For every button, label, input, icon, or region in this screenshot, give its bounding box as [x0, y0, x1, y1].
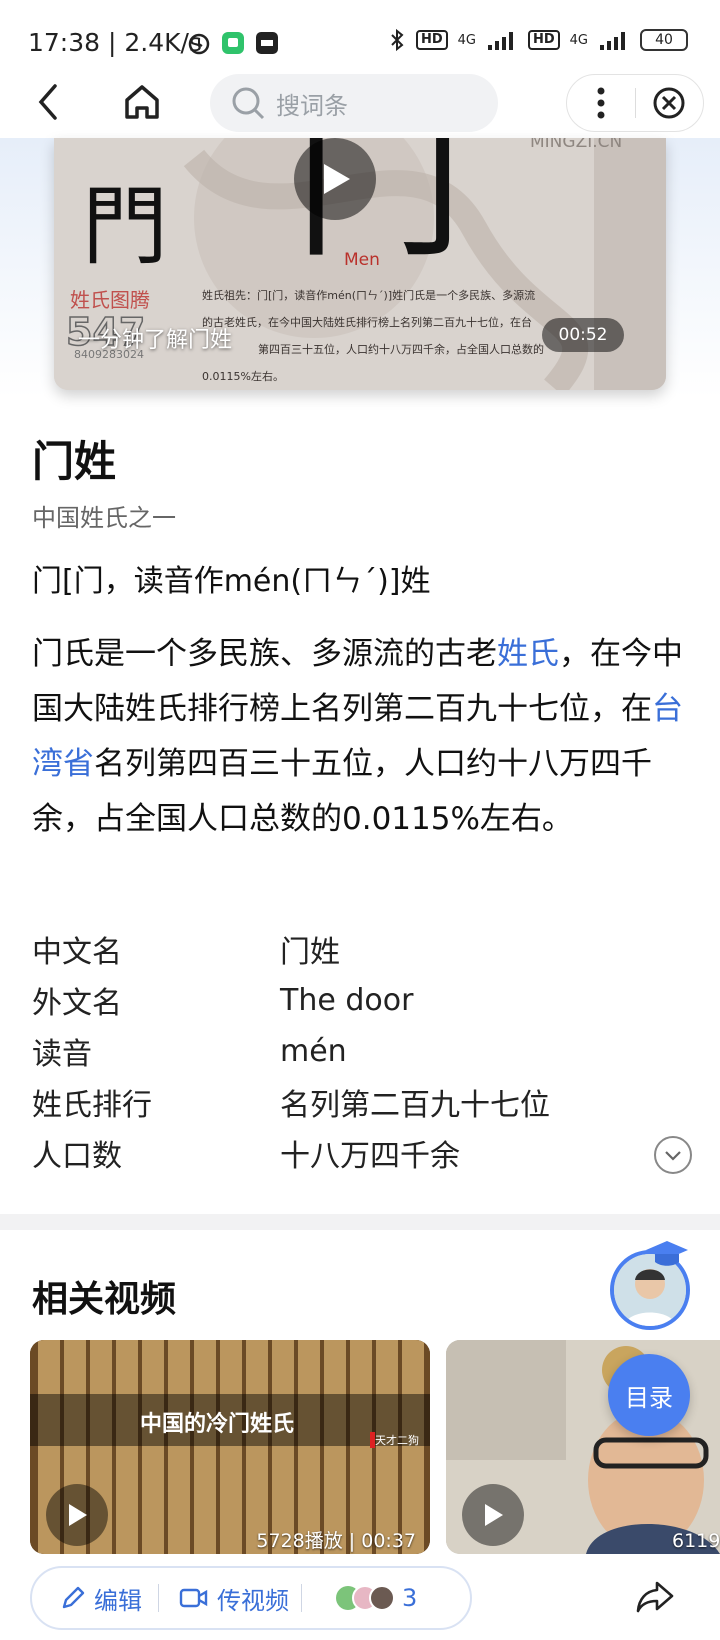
play-icon [485, 1504, 503, 1526]
alarm-icon [188, 33, 210, 55]
upload-video-button[interactable]: 传视频 [159, 1581, 301, 1616]
chevron-left-icon [38, 84, 57, 120]
expand-infobox-button[interactable] [654, 1136, 692, 1174]
edit-icon [62, 1586, 85, 1609]
hd-badge: HD [415, 30, 448, 50]
infobox-key: 外文名 [32, 986, 122, 1021]
table-of-contents-button[interactable]: 目录 [608, 1354, 690, 1436]
menu-close-pill [566, 74, 704, 132]
related-video-title: 中国的冷门姓氏 [140, 1412, 295, 1437]
upload-video-label: 传视频 [217, 1586, 289, 1615]
more-button[interactable] [567, 86, 635, 120]
edit-label: 编辑 [94, 1586, 142, 1615]
search-icon [232, 87, 265, 120]
home-icon [125, 85, 159, 119]
video-pinyin: Men [344, 250, 380, 270]
video-traditional-character: 門 [82, 177, 168, 277]
signal-label-2: 4G [569, 32, 588, 48]
infobox-value: The door [280, 982, 414, 1018]
infobox-key: 人口数 [32, 1139, 122, 1174]
summary-text: 名列第四百三十五位，人口约十八万四千余，占全国人口总数的0.0115%左右。 [32, 746, 652, 837]
nav-bar: 搜词条 [0, 66, 720, 138]
hd-badge-2: HD [527, 30, 560, 50]
close-button[interactable] [636, 86, 704, 120]
contributors-button[interactable]: 3 [302, 1583, 417, 1613]
share-icon [636, 1581, 674, 1613]
action-bar: 编辑 传视频 3 [30, 1566, 472, 1630]
infobox-row: 姓氏排行 名列第二百九十七位 [32, 1077, 672, 1127]
video-description-line: 姓氏祖先：门[门，读音作mén(ㄇㄣˊ)]姓门氏是一个多民族、多源流 [202, 289, 536, 302]
graduation-cap-icon [646, 1241, 688, 1266]
related-video-stats: 5728播放 | 00:37 [256, 1530, 416, 1552]
video-totem-label: 姓氏图腾 [70, 288, 150, 312]
pronunciation-line: 门[门，读音作mén(ㄇㄣˊ)]姓 [32, 564, 431, 599]
contributor-avatars-icon [336, 1585, 395, 1611]
related-video-stats: 6119播 [672, 1530, 720, 1552]
bottom-bar: 编辑 传视频 3 [0, 1554, 720, 1640]
status-right: HD 4G HD 4G 40 [388, 28, 688, 52]
video-camera-icon [179, 1588, 208, 1608]
infobox-key: 姓氏排行 [32, 1088, 152, 1123]
share-button[interactable] [628, 1570, 682, 1624]
video-description: 姓氏祖先：门[门，读音作mén(ㄇㄣˊ)]姓门氏是一个多民族、多源流 的古老姓氏… [202, 282, 592, 390]
infobox-row: 中文名 门姓 [32, 924, 672, 974]
summary-text: 门氏是一个多民族、多源流的古老 [32, 636, 497, 672]
signal-label: 4G [457, 32, 476, 48]
contributors-count: 3 [402, 1584, 418, 1612]
status-time: 17:38 | 2.4K/s [28, 28, 202, 57]
infobox-row: 人口数 十八万四千余 [32, 1128, 672, 1178]
infobox-value: 名列第二百九十七位 [280, 1088, 550, 1123]
signal-icon [487, 32, 513, 50]
app-notification-icon-2 [256, 32, 278, 54]
more-vertical-icon [597, 87, 605, 119]
infobox-key: 中文名 [32, 935, 122, 970]
page-subtitle: 中国姓氏之一 [32, 504, 176, 532]
search-input[interactable]: 搜词条 [210, 74, 498, 132]
related-video-tag: 天才二狗 [370, 1432, 419, 1448]
infobox-row: 外文名 The door [32, 975, 672, 1025]
app-notification-icon [222, 32, 244, 54]
related-video-card[interactable]: 中国的冷门姓氏 天才二狗 5728播放 | 00:37 [30, 1340, 430, 1554]
video-caption: 一分钟了解门姓 [78, 328, 233, 353]
video-description-line: 第四百三十五位，人口约十八万四千余，占全国人口总数的 [258, 343, 544, 356]
video-watermark: MINGZI.CN [530, 138, 623, 152]
signal-icon-2 [600, 32, 625, 50]
play-icon [69, 1504, 87, 1526]
video-description-line: 的古老姓氏，在今中国大陆姓氏排行榜上名列第二百九十七位，在台 [202, 316, 532, 329]
back-button[interactable] [18, 66, 78, 138]
page-title: 门姓 [32, 437, 117, 486]
summary-paragraph: 门氏是一个多民族、多源流的古老姓氏，在今中国大陆姓氏排行榜上名列第二百九十七位，… [32, 627, 692, 847]
related-videos-heading: 相关视频 [32, 1279, 177, 1320]
home-button[interactable] [112, 66, 172, 138]
search-placeholder: 搜词条 [276, 91, 348, 120]
infobox-key: 读音 [32, 1037, 92, 1072]
video-duration: 00:52 [542, 318, 624, 352]
infobox-value: 门姓 [280, 935, 340, 970]
intro-video-player[interactable]: 门 門 Men MINGZI.CN 姓氏图腾 547 8409283024 姓氏… [54, 138, 666, 390]
bluetooth-icon [391, 28, 404, 52]
link-surname[interactable]: 姓氏 [497, 636, 559, 672]
infobox-value: 十八万四千余 [280, 1139, 460, 1174]
video-play-button[interactable] [294, 138, 376, 220]
close-icon [653, 87, 685, 119]
infobox-value: mén [280, 1033, 347, 1069]
related-video-play-button[interactable] [46, 1484, 108, 1546]
play-icon [324, 164, 350, 194]
video-description-line: 0.0115%左右。 [202, 370, 284, 383]
edit-button[interactable]: 编辑 [32, 1581, 158, 1616]
battery-icon: 40 [640, 29, 688, 51]
infobox-row: 读音 mén [32, 1026, 672, 1076]
chevron-down-icon [665, 1151, 681, 1161]
status-notification-icons [186, 30, 280, 56]
section-divider [0, 1214, 720, 1230]
related-video-play-button[interactable] [462, 1484, 524, 1546]
